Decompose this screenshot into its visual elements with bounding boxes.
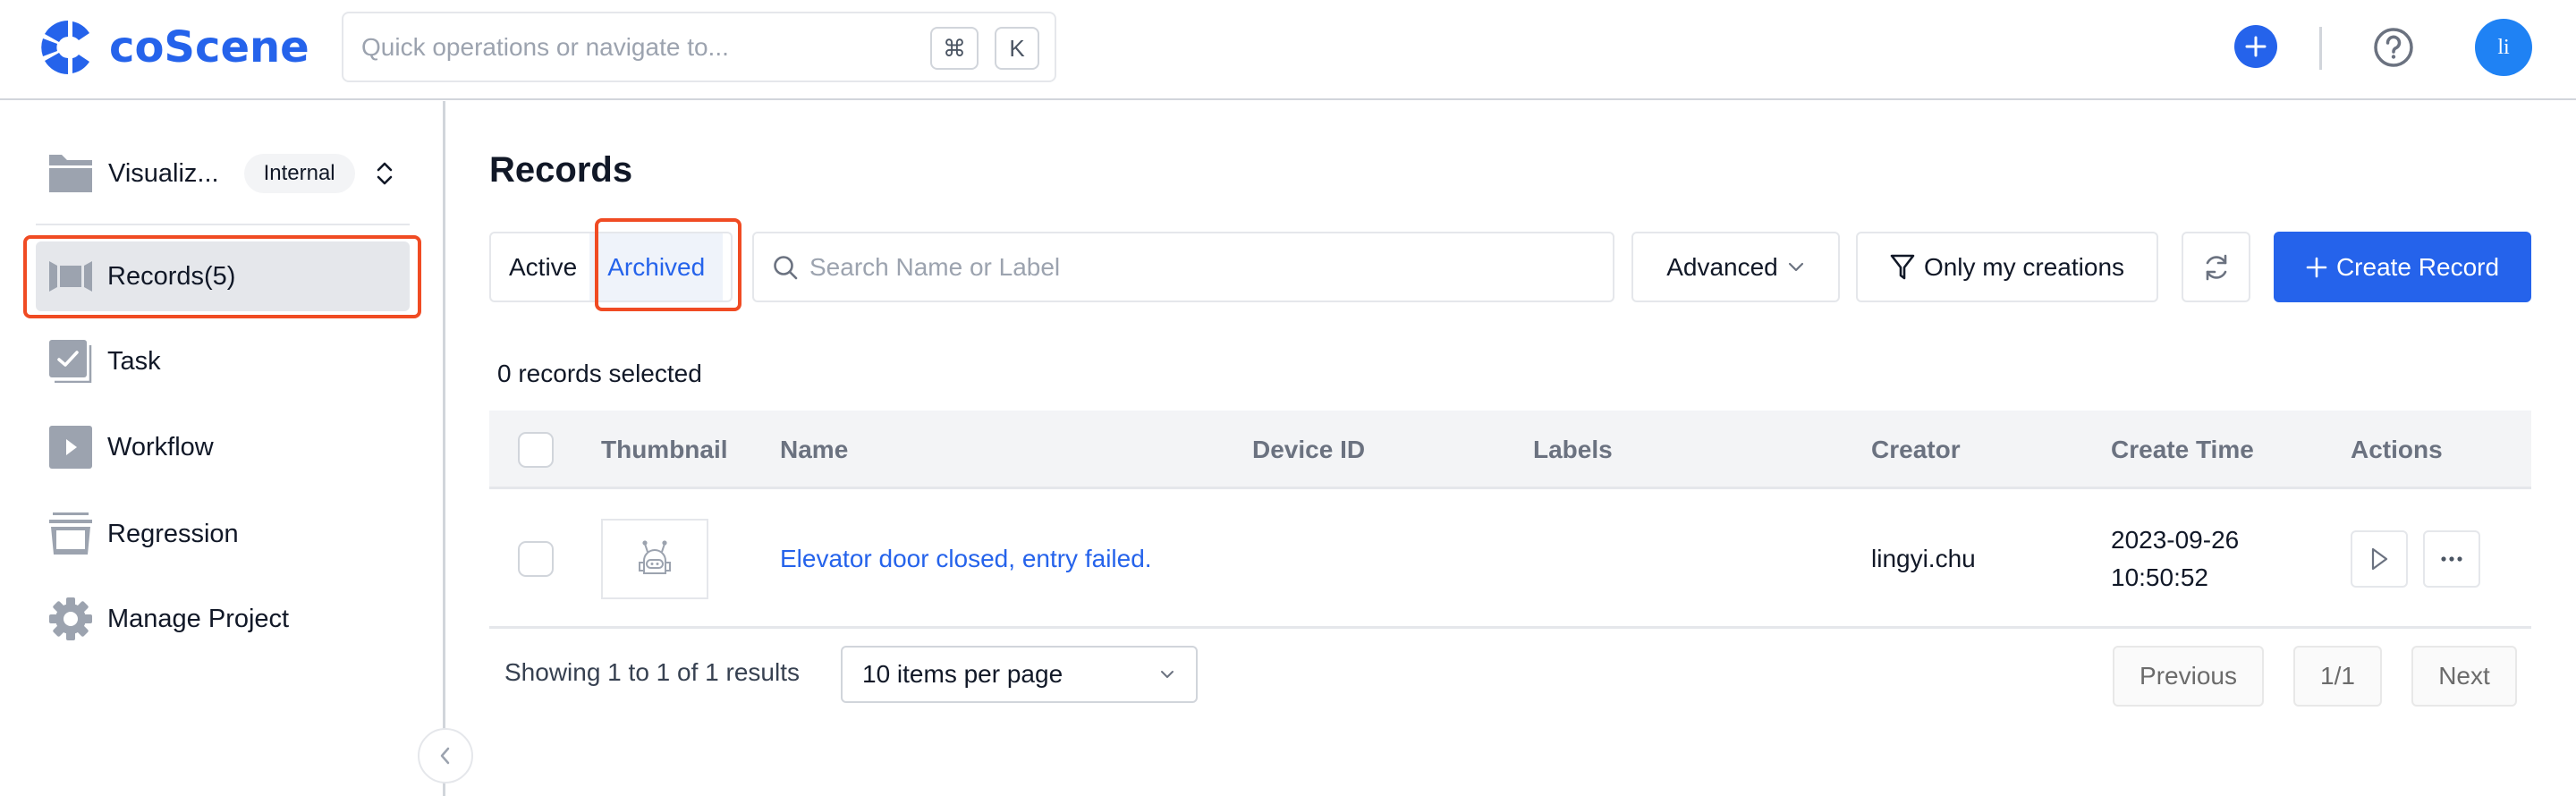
- row-checkbox[interactable]: [518, 541, 554, 577]
- advanced-filter-button[interactable]: Advanced: [1631, 232, 1840, 302]
- sidebar-item-task[interactable]: Task: [36, 326, 410, 396]
- project-name: Visualiz...: [108, 158, 219, 188]
- command-key-badge: ⌘: [930, 27, 979, 70]
- task-icon: [49, 340, 92, 383]
- top-header: coScene Quick operations or navigate to.…: [0, 0, 2576, 100]
- chevron-up-down-icon: [377, 162, 392, 185]
- selection-count: 0 records selected: [497, 360, 702, 387]
- column-header-labels: Labels: [1533, 436, 1613, 463]
- create-time-cell: 2023-09-26 10:50:52: [2111, 489, 2239, 629]
- column-header-device-id: Device ID: [1252, 436, 1366, 463]
- select-all-cell: [518, 411, 554, 489]
- sidebar-item-label: Records(5): [107, 261, 236, 291]
- sidebar-divider: [36, 224, 410, 225]
- chevron-down-icon: [1161, 671, 1174, 678]
- collapse-sidebar-button[interactable]: [418, 728, 473, 783]
- help-icon: [2374, 28, 2413, 67]
- help-button[interactable]: [2373, 27, 2414, 68]
- play-record-button[interactable]: [2351, 530, 2408, 588]
- quick-search-placeholder: Quick operations or navigate to...: [361, 32, 729, 61]
- results-summary: Showing 1 to 1 of 1 results: [504, 658, 800, 686]
- only-my-creations-label: Only my creations: [1923, 252, 2125, 281]
- gear-icon: [49, 597, 92, 640]
- coscene-logo-icon: [41, 20, 89, 75]
- workflow-icon: [49, 426, 92, 469]
- create-plus-button[interactable]: [2234, 25, 2277, 68]
- column-header-thumbnail: Thumbnail: [601, 436, 728, 463]
- create-date: 2023-09-26: [2111, 526, 2240, 554]
- ellipsis-icon: [2441, 556, 2462, 562]
- quick-search-input[interactable]: Quick operations or navigate to... ⌘ K: [342, 12, 1056, 82]
- visibility-badge: Internal: [243, 154, 355, 193]
- sidebar-item-label: Workflow: [107, 432, 214, 462]
- search-placeholder: Search Name or Label: [809, 252, 1061, 281]
- more-actions-button[interactable]: [2423, 530, 2480, 588]
- table-header: Thumbnail Name Device ID Labels Creator …: [489, 411, 2531, 489]
- play-icon: [2371, 547, 2388, 571]
- advanced-label: Advanced: [1666, 252, 1778, 281]
- refresh-icon: [2206, 254, 2226, 280]
- thumbnail-cell: [601, 489, 708, 629]
- column-header-name: Name: [780, 436, 849, 463]
- create-record-label: Create Record: [2335, 252, 2500, 281]
- brand-logo[interactable]: coScene: [39, 16, 309, 79]
- select-all-checkbox[interactable]: [518, 432, 554, 468]
- sidebar-item-regression[interactable]: Regression: [36, 499, 410, 569]
- chevron-down-icon: [1788, 262, 1803, 271]
- k-key-badge: K: [995, 27, 1039, 70]
- previous-page-button[interactable]: Previous: [2113, 646, 2264, 707]
- sidebar-item-workflow[interactable]: Workflow: [36, 412, 410, 482]
- record-name-link[interactable]: Elevator door closed, entry failed.: [780, 489, 1152, 629]
- record-search-input[interactable]: Search Name or Label: [752, 232, 1614, 302]
- column-header-creator: Creator: [1871, 436, 1961, 463]
- create-clock-time: 10:50:52: [2111, 563, 2208, 591]
- refresh-button[interactable]: [2182, 232, 2250, 302]
- create-record-button[interactable]: Create Record: [2274, 232, 2531, 302]
- sidebar-item-label: Manage Project: [107, 604, 290, 633]
- folder-icon: [49, 155, 92, 192]
- sidebar-item-label: Task: [107, 346, 161, 376]
- items-per-page-select[interactable]: 10 items per page: [841, 646, 1198, 703]
- records-table: Thumbnail Name Device ID Labels Creator …: [489, 411, 2531, 629]
- page-title: Records: [489, 150, 633, 190]
- plus-icon: [2306, 257, 2327, 277]
- only-my-creations-button[interactable]: Only my creations: [1856, 232, 2158, 302]
- creator-cell: lingyi.chu: [1871, 545, 1976, 572]
- header-divider: [2319, 27, 2322, 70]
- search-icon: [774, 255, 798, 279]
- tab-archived[interactable]: Archived: [589, 233, 724, 301]
- regression-icon: [49, 512, 92, 555]
- sidebar-item-label: Regression: [107, 519, 239, 548]
- chevron-left-icon: [440, 747, 450, 765]
- sidebar-item-records[interactable]: Records(5): [36, 241, 410, 311]
- plus-icon: [2245, 36, 2267, 57]
- records-icon: [49, 255, 92, 298]
- robot-icon: [639, 540, 671, 574]
- column-header-create-time: Create Time: [2111, 436, 2254, 463]
- user-avatar[interactable]: li: [2475, 19, 2532, 76]
- sidebar: Visualiz... Internal Records(5) Task Wor…: [0, 101, 445, 796]
- page-indicator: 1/1: [2293, 646, 2382, 707]
- tab-active[interactable]: Active: [509, 233, 577, 301]
- record-thumbnail[interactable]: [601, 519, 708, 599]
- project-switcher[interactable]: Visualiz... Internal: [49, 151, 394, 196]
- filter-icon: [1890, 254, 1915, 279]
- status-tabs: Active Archived: [489, 232, 733, 302]
- row-select-cell: [518, 489, 554, 629]
- actions-cell: [2351, 489, 2480, 629]
- column-header-actions: Actions: [2351, 436, 2443, 463]
- sidebar-item-manage-project[interactable]: Manage Project: [36, 584, 410, 654]
- table-row: Elevator door closed, entry failed. ling…: [489, 489, 2531, 629]
- brand-name: coScene: [109, 22, 309, 72]
- next-page-button[interactable]: Next: [2411, 646, 2517, 707]
- items-per-page-value: 10 items per page: [862, 660, 1063, 688]
